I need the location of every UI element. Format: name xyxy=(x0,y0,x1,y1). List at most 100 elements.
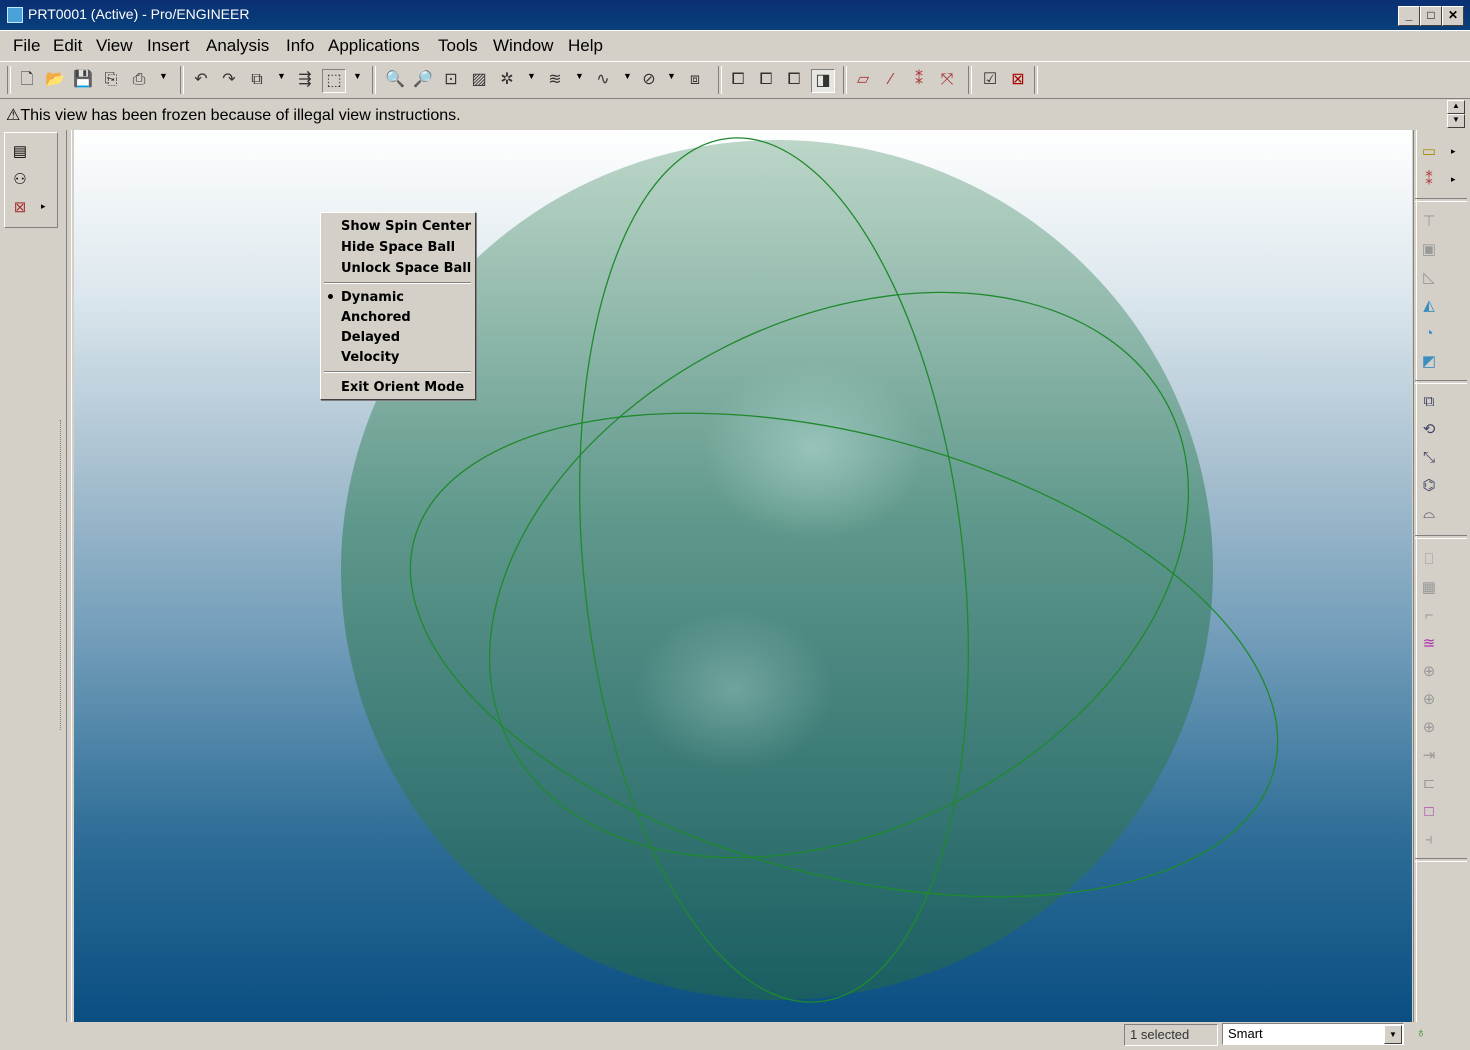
draft-icon[interactable]: ◭ xyxy=(1417,294,1441,318)
menu-info[interactable]: Info xyxy=(286,36,314,56)
menu-item-delayed[interactable]: Delayed xyxy=(341,330,400,345)
round-icon[interactable]: ◔ xyxy=(1417,322,1441,346)
blend-icon[interactable]: ⌬ xyxy=(1417,474,1441,498)
layers-icon[interactable]: ≋ xyxy=(544,69,566,91)
menu-item-hide-space-ball[interactable]: Hide Space Ball xyxy=(341,240,455,255)
chevron-down-icon[interactable]: ▼ xyxy=(1384,1025,1402,1044)
menu-view[interactable]: View xyxy=(96,36,133,56)
regenerate-icon[interactable]: ⇶ xyxy=(294,69,316,91)
model-tree-icon[interactable]: ▤ xyxy=(9,141,31,163)
menu-item-velocity[interactable]: Velocity xyxy=(341,350,399,365)
minimize-button[interactable]: _ xyxy=(1398,6,1420,26)
hole-icon[interactable]: ⊤ xyxy=(1417,210,1441,234)
grid-pattern-icon[interactable]: ▦ xyxy=(1417,576,1441,600)
mirror-geometry-icon[interactable]: ⫞ xyxy=(1417,828,1441,852)
toolbar-separator xyxy=(1415,198,1467,202)
window-close-icon[interactable]: ⊠ xyxy=(1007,69,1029,91)
spin-dropdown-icon[interactable]: ▼ xyxy=(527,71,536,81)
expand-arrow-icon[interactable]: ▸ xyxy=(41,201,46,212)
offset-icon[interactable]: ⊕ xyxy=(1417,688,1441,712)
navigator-sash[interactable] xyxy=(60,420,65,730)
expand-arrow-icon[interactable]: ▸ xyxy=(1451,174,1456,185)
save-copy-icon[interactable]: ⎘ xyxy=(100,69,122,91)
copy-icon[interactable]: ⧉ xyxy=(246,69,268,91)
expand-arrow-icon[interactable]: ▸ xyxy=(1451,146,1456,157)
named-views-icon[interactable]: ⧈ xyxy=(684,69,706,91)
search-icon[interactable]: ⚇ xyxy=(9,169,31,191)
revolve-icon[interactable]: ⟲ xyxy=(1417,418,1441,442)
left-toolbar: ▤ ⚇ ⊠ ▸ xyxy=(4,132,58,228)
zoom-in-icon[interactable]: 🔍 xyxy=(384,69,406,91)
menu-window[interactable]: Window xyxy=(493,36,553,56)
filter-icon[interactable]: ⊠ xyxy=(9,197,31,219)
menu-analysis[interactable]: Analysis xyxy=(206,36,269,56)
panel-splitter[interactable] xyxy=(66,130,72,1022)
redo-icon[interactable]: ↷ xyxy=(218,69,240,91)
refit-icon[interactable]: ⊡ xyxy=(440,69,462,91)
menu-insert[interactable]: Insert xyxy=(147,36,190,56)
toolbar-separator xyxy=(372,66,376,94)
menu-item-show-spin-center[interactable]: Show Spin Center xyxy=(341,219,471,234)
intersect-icon[interactable]: □ xyxy=(1417,800,1441,824)
repaint-icon[interactable]: ▨ xyxy=(468,69,490,91)
solidify-icon[interactable]: ⇥ xyxy=(1417,744,1441,768)
chamfer-icon[interactable]: ◩ xyxy=(1417,350,1441,374)
datum-point-icon[interactable]: ⁑ xyxy=(908,69,930,91)
menu-edit[interactable]: Edit xyxy=(53,36,82,56)
new-icon[interactable]: 🗋 xyxy=(16,69,38,91)
hide-dropdown-icon[interactable]: ▼ xyxy=(667,71,676,81)
hide-icon[interactable]: ⊘ xyxy=(638,69,660,91)
layers-dropdown-icon[interactable]: ▼ xyxy=(575,71,584,81)
menu-help[interactable]: Help xyxy=(568,36,603,56)
print-icon[interactable]: ⎙ xyxy=(128,69,150,91)
sketch-tool-icon[interactable]: ▭ xyxy=(1417,140,1441,164)
selection-filter-select[interactable]: Smart ▼ xyxy=(1222,1023,1404,1045)
menu-item-dynamic[interactable]: Dynamic xyxy=(341,290,404,305)
menu-applications[interactable]: Applications xyxy=(328,36,420,56)
zoom-out-icon[interactable]: 🔎 xyxy=(412,69,434,91)
copy-dropdown-icon[interactable]: ▼ xyxy=(277,71,286,81)
curve-dropdown-icon[interactable]: ▼ xyxy=(623,71,632,81)
datum-curve-icon[interactable]: ∿ xyxy=(592,69,614,91)
menu-item-unlock-space-ball[interactable]: Unlock Space Ball xyxy=(341,261,471,276)
close-button[interactable]: ✕ xyxy=(1442,6,1464,26)
coordinate-system-icon[interactable]: ⤧ xyxy=(936,69,958,91)
shaded-icon[interactable]: ◨ xyxy=(811,69,835,93)
mirror-icon[interactable]: ⌐ xyxy=(1417,604,1441,628)
trim-icon[interactable]: ⊕ xyxy=(1417,660,1441,684)
open-icon[interactable]: 📂 xyxy=(44,69,66,91)
scroll-up-icon[interactable]: ▲ xyxy=(1447,100,1465,114)
toolbar-separator xyxy=(968,66,972,94)
datum-plane-icon[interactable]: ▱ xyxy=(852,69,874,91)
no-hidden-icon[interactable]: ⧠ xyxy=(783,69,805,91)
variable-sweep-icon[interactable]: ⤡ xyxy=(1417,446,1441,470)
select-dropdown-icon[interactable]: ▼ xyxy=(353,71,362,81)
save-icon[interactable]: 💾 xyxy=(72,69,94,91)
undo-icon[interactable]: ↶ xyxy=(190,69,212,91)
menu-item-anchored[interactable]: Anchored xyxy=(341,310,411,325)
maximize-button[interactable]: □ xyxy=(1420,6,1442,26)
style-icon[interactable]: ⌓ xyxy=(1417,502,1441,526)
pattern-icon[interactable]: ⎕ xyxy=(1417,548,1441,572)
datum-axis-icon[interactable]: ⁄ xyxy=(880,69,902,91)
merge-icon[interactable]: ≊ xyxy=(1417,632,1441,656)
message-scrollbar[interactable]: ▲ ▼ xyxy=(1447,100,1465,128)
regeneration-status-icon[interactable]: ♁ xyxy=(1413,1024,1429,1046)
rib-icon[interactable]: ◺ xyxy=(1417,266,1441,290)
hidden-line-icon[interactable]: ⧠ xyxy=(755,69,777,91)
spin-center-icon[interactable]: ✲ xyxy=(496,69,518,91)
menu-file[interactable]: File xyxy=(13,36,40,56)
wireframe-icon[interactable]: ⧠ xyxy=(727,69,749,91)
window-activate-icon[interactable]: ☑ xyxy=(979,69,1001,91)
print-dropdown-icon[interactable]: ▼ xyxy=(159,71,168,81)
select-box-icon[interactable]: ⬚ xyxy=(322,69,346,93)
extrude-icon[interactable]: ⧉ xyxy=(1417,390,1441,414)
extend-icon[interactable]: ⊏ xyxy=(1417,772,1441,796)
scroll-down-icon[interactable]: ▼ xyxy=(1447,114,1465,128)
menu-tools[interactable]: Tools xyxy=(438,36,478,56)
menu-item-exit-orient-mode[interactable]: Exit Orient Mode xyxy=(341,380,464,395)
shell-icon[interactable]: ▣ xyxy=(1417,238,1441,262)
datum-point-tool-icon[interactable]: ⁑ xyxy=(1417,168,1441,192)
graphics-window[interactable] xyxy=(74,130,1412,1022)
thicken-icon[interactable]: ⊕ xyxy=(1417,716,1441,740)
